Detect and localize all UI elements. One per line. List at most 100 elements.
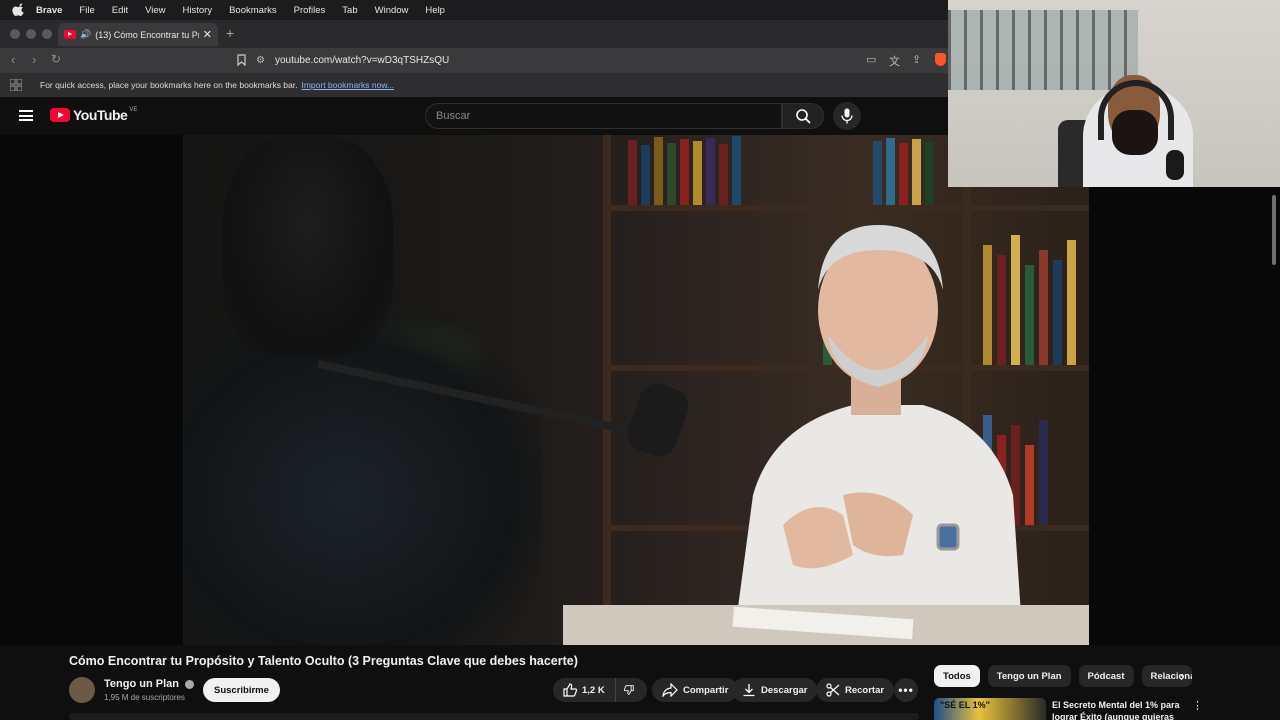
chip-todos[interactable]: Todos bbox=[934, 665, 980, 687]
description-box[interactable] bbox=[69, 713, 919, 720]
menu-profiles[interactable]: Profiles bbox=[294, 5, 326, 16]
tab-close-icon[interactable]: ✕ bbox=[203, 28, 212, 41]
more-actions-button[interactable]: ••• bbox=[894, 678, 918, 702]
video-title: Cómo Encontrar tu Propósito y Talento Oc… bbox=[69, 654, 578, 668]
youtube-favicon-icon bbox=[64, 30, 76, 39]
webcam-overlay bbox=[948, 0, 1280, 187]
search-button[interactable] bbox=[782, 103, 824, 129]
thumbnail-text: "SÉ EL 1%" bbox=[940, 700, 990, 710]
clip-label: Recortar bbox=[845, 684, 885, 696]
download-icon bbox=[743, 684, 755, 697]
youtube-logo[interactable]: YouTube VE bbox=[50, 107, 137, 123]
desk-microphone bbox=[1166, 150, 1184, 180]
more-horizontal-icon: ••• bbox=[898, 683, 914, 697]
share-button[interactable]: Compartir bbox=[652, 678, 739, 702]
book bbox=[1039, 250, 1048, 365]
menu-edit[interactable]: Edit bbox=[112, 5, 128, 16]
book bbox=[667, 143, 676, 205]
url-field[interactable]: ⚙ youtube.com/watch?v=wD3qTSHZsQU bbox=[256, 51, 936, 70]
subscriber-count: 1,95 M de suscriptores bbox=[104, 693, 185, 702]
more-vertical-icon[interactable]: ⋮ bbox=[1192, 699, 1203, 712]
import-bookmarks-link[interactable]: Import bookmarks now... bbox=[301, 80, 394, 90]
verified-icon bbox=[185, 679, 195, 689]
window-grille bbox=[948, 10, 1138, 90]
reload-icon[interactable]: ↻ bbox=[51, 52, 61, 66]
speaker-person bbox=[733, 225, 1023, 645]
subscribe-button[interactable]: Suscribirme bbox=[203, 678, 280, 702]
microphone-icon bbox=[841, 108, 853, 124]
scissors-icon bbox=[826, 683, 840, 697]
window-zoom-button[interactable] bbox=[42, 29, 52, 39]
book bbox=[1039, 420, 1048, 525]
podcast-microphone bbox=[622, 378, 694, 462]
menu-app-name[interactable]: Brave bbox=[36, 5, 62, 16]
book bbox=[1067, 240, 1076, 365]
recommendation-title[interactable]: El Secreto Mental del 1% para lograr Éxi… bbox=[1052, 699, 1182, 720]
thumbs-down-icon bbox=[624, 685, 634, 695]
menu-history[interactable]: History bbox=[183, 5, 213, 16]
voice-search-button[interactable] bbox=[833, 102, 861, 130]
menu-bookmarks[interactable]: Bookmarks bbox=[229, 5, 277, 16]
new-tab-icon[interactable]: + bbox=[226, 25, 234, 41]
share-icon bbox=[662, 683, 678, 697]
forward-icon[interactable]: › bbox=[32, 52, 36, 67]
clip-button[interactable]: Recortar bbox=[816, 678, 895, 702]
menu-icon[interactable] bbox=[19, 110, 33, 121]
headphones-icon bbox=[1098, 80, 1174, 140]
video-frame[interactable] bbox=[183, 135, 1089, 645]
bookmarks-hint: For quick access, place your bookmarks h… bbox=[40, 80, 298, 90]
search-input[interactable]: Buscar bbox=[425, 103, 782, 129]
tab-title: (13) Cómo Encontrar tu Propósito bbox=[95, 29, 199, 40]
book bbox=[628, 140, 637, 205]
bookmark-icon[interactable] bbox=[237, 54, 246, 66]
menu-tab[interactable]: Tab bbox=[342, 5, 357, 16]
apple-icon[interactable] bbox=[12, 3, 26, 17]
recommendation-thumbnail[interactable]: "SÉ EL 1%" bbox=[934, 698, 1046, 720]
menu-view[interactable]: View bbox=[145, 5, 165, 16]
listener-silhouette bbox=[183, 315, 543, 645]
book bbox=[1025, 265, 1034, 365]
menu-file[interactable]: File bbox=[79, 5, 94, 16]
apps-grid-icon[interactable] bbox=[10, 79, 22, 91]
browser-tab-active[interactable]: 🔊 (13) Cómo Encontrar tu Propósito ✕ bbox=[58, 23, 218, 46]
book bbox=[1025, 445, 1034, 525]
book bbox=[641, 145, 650, 205]
channel-name[interactable]: Tengo un Plan bbox=[104, 678, 195, 690]
download-button[interactable]: Descargar bbox=[732, 678, 818, 702]
site-settings-icon[interactable]: ⚙ bbox=[256, 55, 265, 66]
book bbox=[706, 138, 715, 205]
browser-tab-strip: 🔊 (13) Cómo Encontrar tu Propósito ✕ + bbox=[0, 20, 948, 48]
video-player[interactable] bbox=[0, 135, 1280, 645]
scrollbar-thumb[interactable] bbox=[1272, 195, 1276, 265]
translate-icon[interactable]: 文 bbox=[889, 53, 900, 69]
brave-shield-icon[interactable] bbox=[935, 53, 946, 66]
dislike-button[interactable] bbox=[615, 678, 647, 702]
youtube-header: YouTube VE Buscar bbox=[0, 97, 948, 135]
address-bar-row: ‹ › ↻ ⚙ youtube.com/watch?v=wD3qTSHZsQU … bbox=[0, 48, 948, 73]
related-filter-chips: Todos Tengo un Plan Pódcast Relaciona bbox=[934, 665, 1200, 687]
like-button[interactable]: 1,2 K bbox=[553, 678, 615, 702]
chip-channel[interactable]: Tengo un Plan bbox=[987, 665, 1071, 687]
book bbox=[693, 141, 702, 205]
share-label: Compartir bbox=[683, 684, 729, 696]
listener-head bbox=[223, 135, 393, 355]
chip-podcast[interactable]: Pódcast bbox=[1078, 665, 1134, 687]
youtube-wordmark: YouTube bbox=[73, 107, 128, 123]
share-page-icon[interactable]: ⇪ bbox=[912, 53, 921, 66]
menu-help[interactable]: Help bbox=[425, 5, 445, 16]
youtube-play-icon bbox=[50, 108, 70, 122]
like-count: 1,2 K bbox=[582, 684, 605, 696]
cast-icon[interactable]: ▭ bbox=[866, 53, 876, 66]
speaker-icon[interactable]: 🔊 bbox=[80, 29, 91, 40]
channel-avatar[interactable] bbox=[69, 677, 95, 703]
book bbox=[654, 137, 663, 205]
book bbox=[680, 139, 689, 205]
book bbox=[1053, 260, 1062, 365]
search-icon bbox=[795, 108, 811, 124]
window-minimize-button[interactable] bbox=[26, 29, 36, 39]
shelf-post bbox=[603, 135, 611, 645]
back-icon[interactable]: ‹ bbox=[11, 52, 15, 67]
menu-window[interactable]: Window bbox=[375, 5, 409, 16]
window-close-button[interactable] bbox=[10, 29, 20, 39]
chevron-right-icon[interactable]: › bbox=[1180, 669, 1184, 684]
